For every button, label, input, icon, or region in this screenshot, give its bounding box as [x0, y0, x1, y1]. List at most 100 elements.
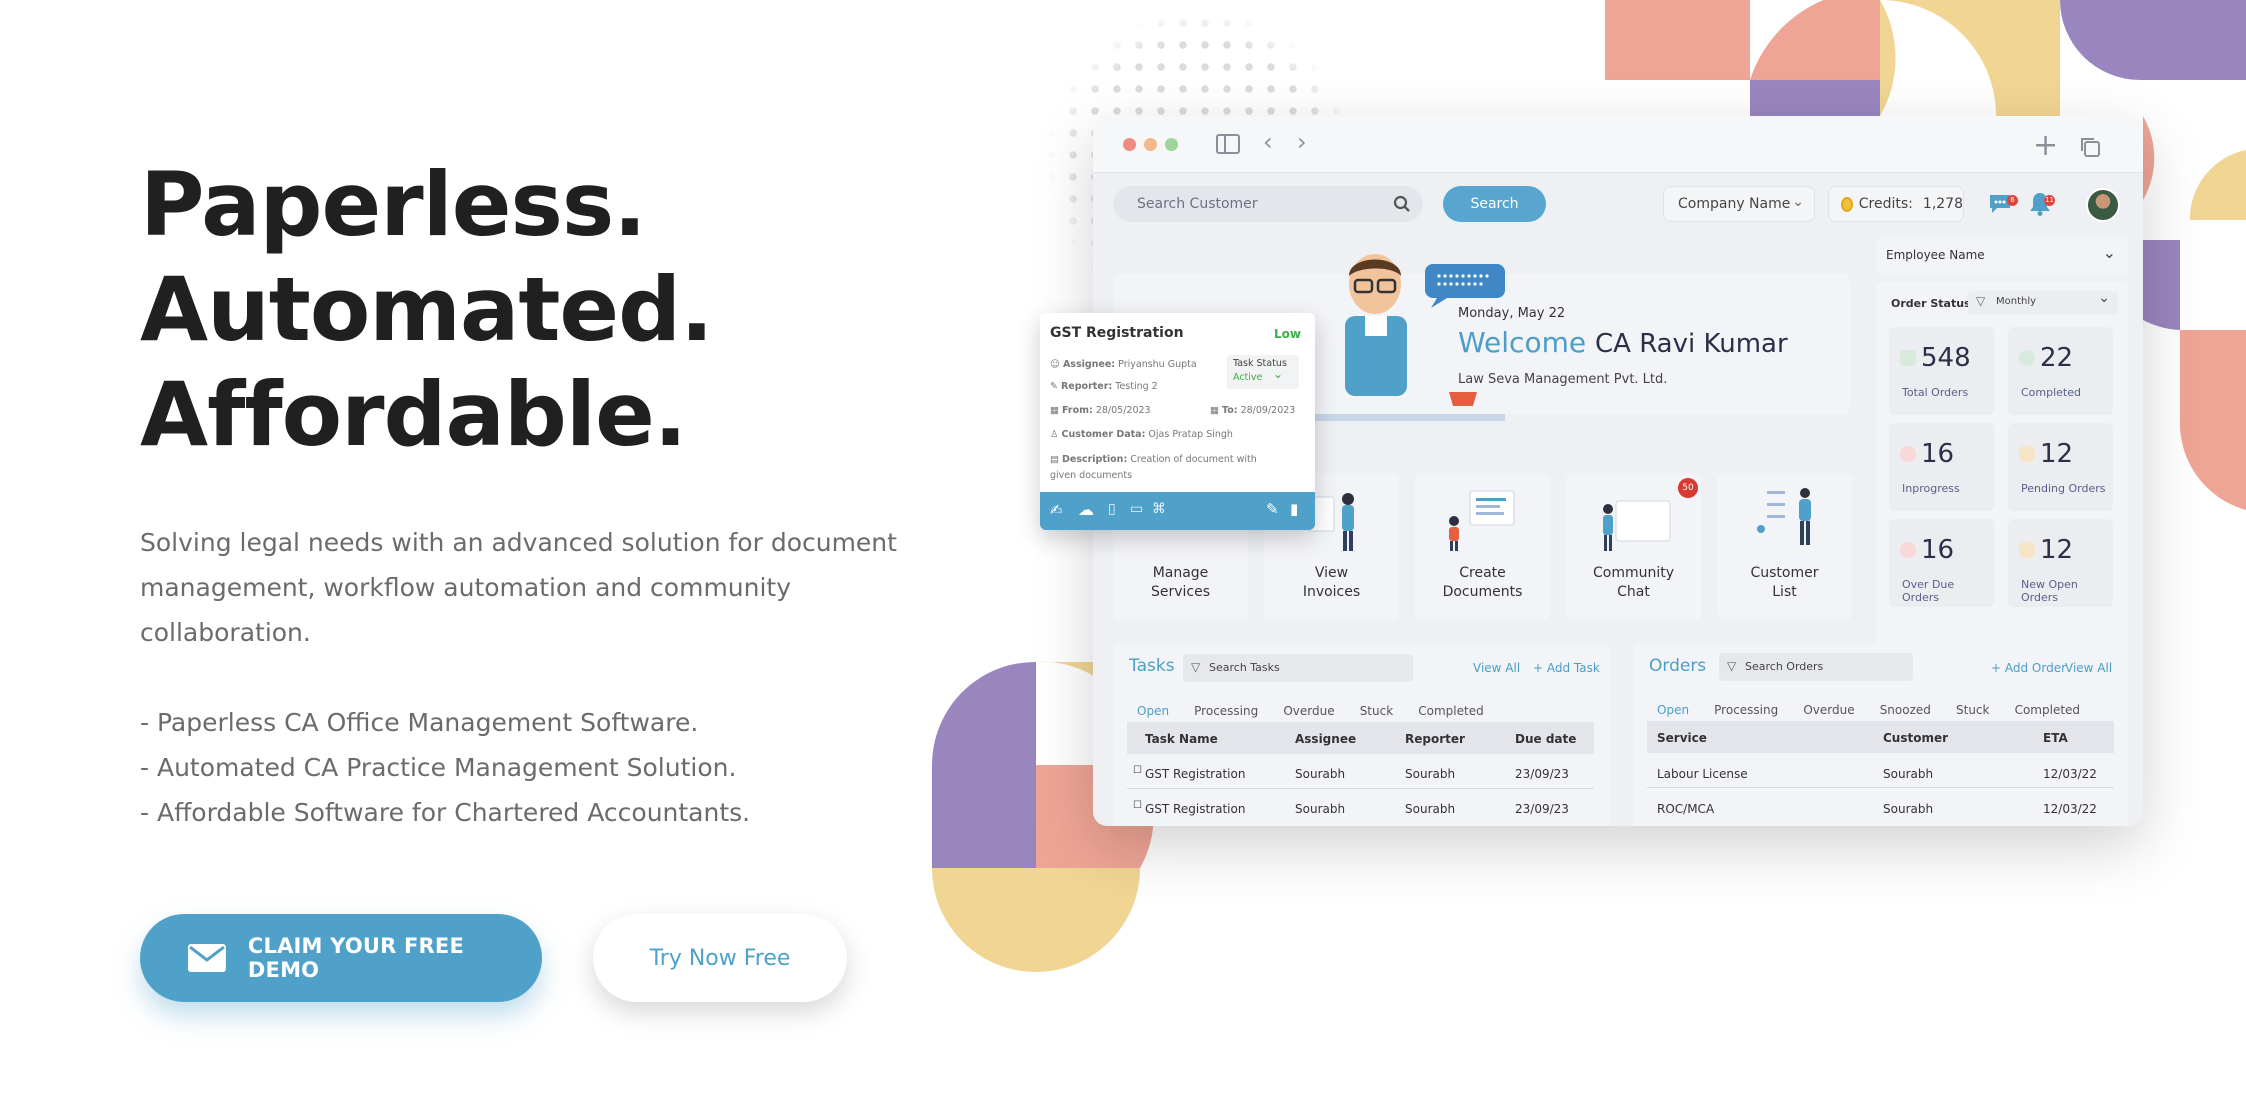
tile-label: Customer	[1750, 565, 1819, 581]
stat-label: Inprogress	[1902, 482, 1960, 495]
reporter-line: ✎ Reporter: Testing 2	[1050, 381, 1158, 392]
calendar-icon: ▦	[1210, 405, 1222, 416]
task-due: 23/09/23	[1515, 802, 1569, 816]
to-line: ▦ To: 28/09/2023	[1210, 405, 1295, 416]
task-detail-card[interactable]: GST Registration Low ☺ Assignee: Priyans…	[1040, 313, 1315, 530]
document-icon	[2019, 446, 2035, 462]
chevron-down-icon: ⌄	[2102, 243, 2116, 262]
from-line: ▦ From: 28/05/2023	[1050, 405, 1151, 416]
orders-tab-snoozed[interactable]: Snoozed	[1880, 703, 1931, 717]
bell-badge: 11	[2044, 195, 2055, 206]
try-now-button[interactable]: Try Now Free	[593, 914, 847, 1002]
field-label: Description:	[1062, 454, 1128, 465]
new-tab-icon[interactable]: +	[2033, 128, 2058, 163]
stat-overdue[interactable]: 16 Over Due Orders	[1889, 519, 1994, 607]
period-value: Monthly	[1996, 296, 2037, 307]
minimize-dot[interactable]	[1144, 138, 1157, 151]
stat-pending[interactable]: 12 Pending Orders	[2008, 423, 2113, 511]
order-service: ROC/MCA	[1657, 802, 1715, 816]
chat-count-badge: 50	[1678, 478, 1698, 498]
tasks-tabs: Open Processing Overdue Stuck Completed	[1137, 700, 1484, 724]
order-search-placeholder: Search Orders	[1745, 660, 1824, 673]
orders-tab-processing[interactable]: Processing	[1714, 703, 1778, 717]
tile-label: View	[1314, 565, 1349, 581]
tile-label: Documents	[1442, 584, 1523, 600]
maximize-dot[interactable]	[1165, 138, 1178, 151]
order-customer: Sourabh	[1883, 802, 1934, 816]
orders-view-all[interactable]: View All	[2065, 661, 2112, 675]
stat-inprogress[interactable]: 16 Inprogress	[1889, 423, 1994, 511]
orders-tab-open[interactable]: Open	[1657, 703, 1690, 723]
stat-value: 12	[2040, 535, 2074, 565]
task-status-box[interactable]: Task Status Active ⌄	[1227, 355, 1299, 389]
tile-community-chat[interactable]: 50 Community Chat	[1566, 473, 1701, 620]
task-search-input[interactable]: ▽ Search Tasks	[1183, 654, 1413, 682]
edit-sign-icon[interactable]: ✍	[1050, 501, 1063, 519]
upload-icon[interactable]: ☁	[1078, 500, 1094, 519]
tasks-panel: Tasks ▽ Search Tasks View All + Add Task…	[1113, 644, 1610, 826]
field-label: Assignee:	[1062, 359, 1116, 370]
search-button[interactable]: Search	[1443, 186, 1546, 222]
tasks-tab-stuck[interactable]: Stuck	[1360, 704, 1393, 718]
checkbox-icon[interactable]: ☐	[1133, 800, 1142, 811]
hierarchy-icon[interactable]: ⌘	[1152, 501, 1166, 517]
table-row[interactable]: Labour License Sourabh 12/03/22	[1647, 761, 2114, 788]
user-avatar[interactable]	[2086, 188, 2120, 222]
back-icon[interactable]: ‹	[1263, 128, 1273, 156]
table-row[interactable]: ☐ GST Registration Sourabh Sourabh 23/09…	[1127, 797, 1594, 823]
welcome-name: CA Ravi Kumar	[1594, 329, 1788, 359]
tasks-tab-completed[interactable]: Completed	[1418, 704, 1483, 718]
assignee-value: Priyanshu Gupta	[1118, 359, 1197, 370]
customer-search-input[interactable]: Search Customer	[1113, 186, 1423, 222]
field-label: To:	[1222, 405, 1238, 416]
table-row[interactable]: ☐ GST Registration Sourabh Sourabh 23/09…	[1127, 762, 1594, 789]
sidebar-toggle-icon[interactable]	[1216, 134, 1240, 154]
claim-demo-button[interactable]: CLAIM YOUR FREE DEMO	[140, 914, 542, 1002]
orders-tab-stuck[interactable]: Stuck	[1956, 703, 1989, 717]
orders-table-header: Service Customer ETA	[1647, 721, 2114, 753]
orders-tab-completed[interactable]: Completed	[2015, 703, 2080, 717]
stat-total-orders[interactable]: 548 Total Orders	[1889, 327, 1994, 415]
person-icon: ♙	[1050, 429, 1062, 440]
orders-icon	[1900, 350, 1916, 366]
pencil-icon[interactable]: ✎	[1266, 500, 1279, 518]
close-dot[interactable]	[1123, 138, 1136, 151]
tasks-view-all[interactable]: View All	[1473, 661, 1520, 675]
tile-label: Create	[1459, 565, 1506, 581]
tasks-tab-processing[interactable]: Processing	[1194, 704, 1258, 718]
clock-icon	[1900, 446, 1916, 462]
check-icon	[2019, 350, 2035, 366]
table-row[interactable]: ROC/MCA Sourabh 12/03/22	[1647, 796, 2114, 822]
tile-label: Invoices	[1302, 584, 1361, 600]
orders-tab-overdue[interactable]: Overdue	[1803, 703, 1854, 717]
trash-icon[interactable]: ▮	[1290, 500, 1298, 518]
checkbox-icon[interactable]: ☐	[1133, 765, 1142, 776]
chat-badge: 6	[2007, 195, 2018, 206]
employee-select[interactable]: Employee Name ⌄	[1876, 237, 2128, 275]
copy-tabs-icon[interactable]	[2079, 136, 2101, 158]
period-select[interactable]: ▽ Monthly ⌄	[1968, 290, 2118, 315]
clock-icon	[1900, 542, 1916, 558]
order-service: Labour License	[1657, 767, 1748, 781]
welcome-date: Monday, May 22	[1458, 306, 1566, 321]
column-header: Reporter	[1405, 732, 1465, 746]
tile-create-documents[interactable]: Create Documents	[1415, 473, 1550, 620]
add-order-link[interactable]: + Add Order	[1991, 661, 2066, 675]
order-search-input[interactable]: ▽ Search Orders	[1719, 653, 1913, 681]
file-icon[interactable]: ▯	[1108, 501, 1116, 517]
forward-icon[interactable]: ›	[1297, 128, 1307, 156]
orders-panel: Orders ▽ Search Orders + Add Order View …	[1633, 644, 2128, 826]
clipboard-icon[interactable]: ▭	[1130, 501, 1143, 517]
company-select[interactable]: Company Name ⌄	[1663, 186, 1815, 222]
stat-label: Pending Orders	[2021, 482, 2106, 495]
stat-new-open[interactable]: 12 New Open Orders	[2008, 519, 2113, 607]
credits-display: Credits: 1,278	[1828, 186, 1964, 222]
add-task-link[interactable]: + Add Task	[1533, 661, 1600, 675]
task-search-placeholder: Search Tasks	[1209, 661, 1280, 674]
tile-customer-list[interactable]: Customer List	[1717, 473, 1852, 620]
tasks-tab-open[interactable]: Open	[1137, 704, 1170, 724]
tasks-tab-overdue[interactable]: Overdue	[1283, 704, 1334, 718]
stat-completed[interactable]: 22 Completed	[2008, 327, 2113, 415]
tasks-title: Tasks	[1129, 656, 1175, 676]
stat-value: 22	[2040, 343, 2074, 373]
